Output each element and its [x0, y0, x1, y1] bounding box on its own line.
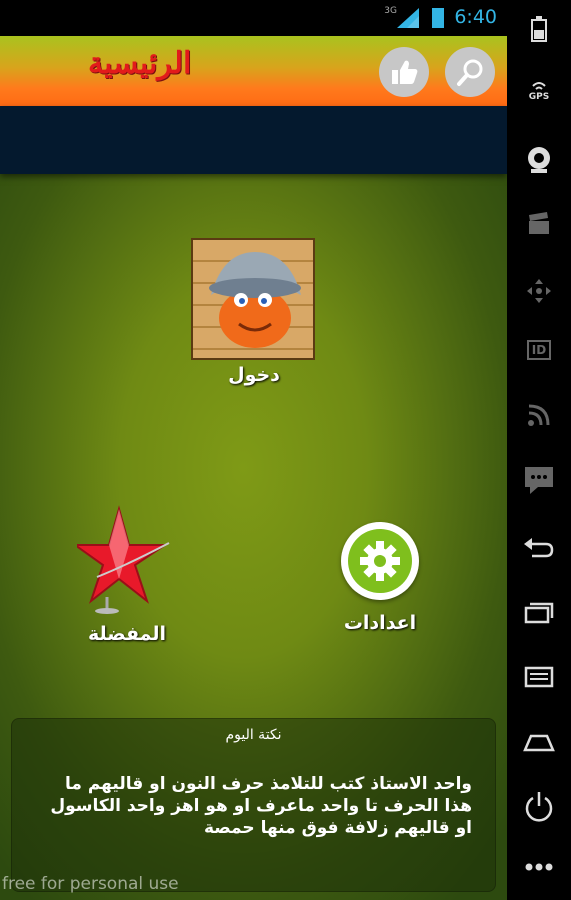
battery-icon	[432, 8, 444, 28]
message-icon	[525, 467, 553, 494]
id-button[interactable]: ID	[507, 340, 571, 360]
wifi-icon	[532, 82, 546, 90]
gps-button[interactable]: GPS	[507, 82, 571, 102]
login-label: دخول	[228, 364, 280, 386]
rss-button[interactable]	[507, 403, 571, 427]
webcam-icon	[528, 147, 550, 173]
more-dots-icon	[525, 863, 553, 871]
more-button[interactable]	[507, 862, 571, 872]
settings-label: اعدادات	[343, 612, 417, 634]
home-icon	[523, 734, 555, 752]
page-title: الرئيسية	[88, 46, 192, 81]
back-button[interactable]	[507, 538, 571, 560]
status-time: 6:40	[454, 6, 497, 28]
power-icon	[525, 792, 553, 822]
search-icon	[457, 59, 483, 86]
dpad-button[interactable]	[507, 278, 571, 304]
like-button[interactable]	[379, 47, 429, 97]
rss-icon	[528, 404, 550, 426]
gear-icon	[360, 541, 400, 581]
power-button[interactable]	[507, 790, 571, 822]
favorites-label: المفضلة	[87, 623, 167, 645]
pumpkin-hat-image	[191, 238, 315, 360]
app-header: الرئيسية	[0, 36, 507, 106]
id-card-icon: ID	[526, 340, 552, 360]
dpad-icon	[527, 279, 551, 303]
joke-text: واحد الاستاذ كتب للتلامذ حرف النون او قا…	[50, 774, 472, 838]
gps-label: GPS	[528, 92, 550, 102]
menu-button[interactable]	[507, 666, 571, 688]
back-arrow-icon	[524, 538, 554, 558]
emulator-sidebar: GPS ID	[507, 0, 571, 900]
login-tile[interactable]: دخول	[191, 238, 317, 386]
joke-of-day-box: نكتة اليوم واحد الاستاذ كتب للتلامذ حرف …	[11, 718, 496, 892]
camera-button[interactable]	[507, 146, 571, 174]
network-type: 3G	[384, 6, 397, 16]
clapperboard-icon	[529, 212, 549, 234]
settings-button[interactable]	[341, 522, 419, 600]
recent-apps-icon	[524, 602, 554, 624]
recent-apps-button[interactable]	[507, 602, 571, 624]
search-button[interactable]	[445, 47, 495, 97]
thumbs-up-icon	[392, 60, 418, 84]
battery-status-icon	[507, 16, 571, 42]
menu-icon	[524, 666, 554, 688]
star-trophy-icon	[71, 505, 170, 614]
watermark-text: free for personal use	[2, 874, 179, 894]
home-button[interactable]	[507, 732, 571, 752]
favorites-tile[interactable]: المفضلة	[71, 505, 182, 645]
settings-tile[interactable]: اعدادات	[330, 522, 430, 634]
sms-button[interactable]	[507, 466, 571, 494]
status-bar: 3G 6:40	[0, 0, 507, 36]
signal-icon	[397, 8, 419, 28]
joke-title: نكتة اليوم	[225, 727, 282, 743]
video-button[interactable]	[507, 212, 571, 236]
header-band	[0, 106, 507, 174]
app-screen: 3G 6:40 الرئيسية دخول المفضلة اعدادات نك…	[0, 0, 507, 900]
